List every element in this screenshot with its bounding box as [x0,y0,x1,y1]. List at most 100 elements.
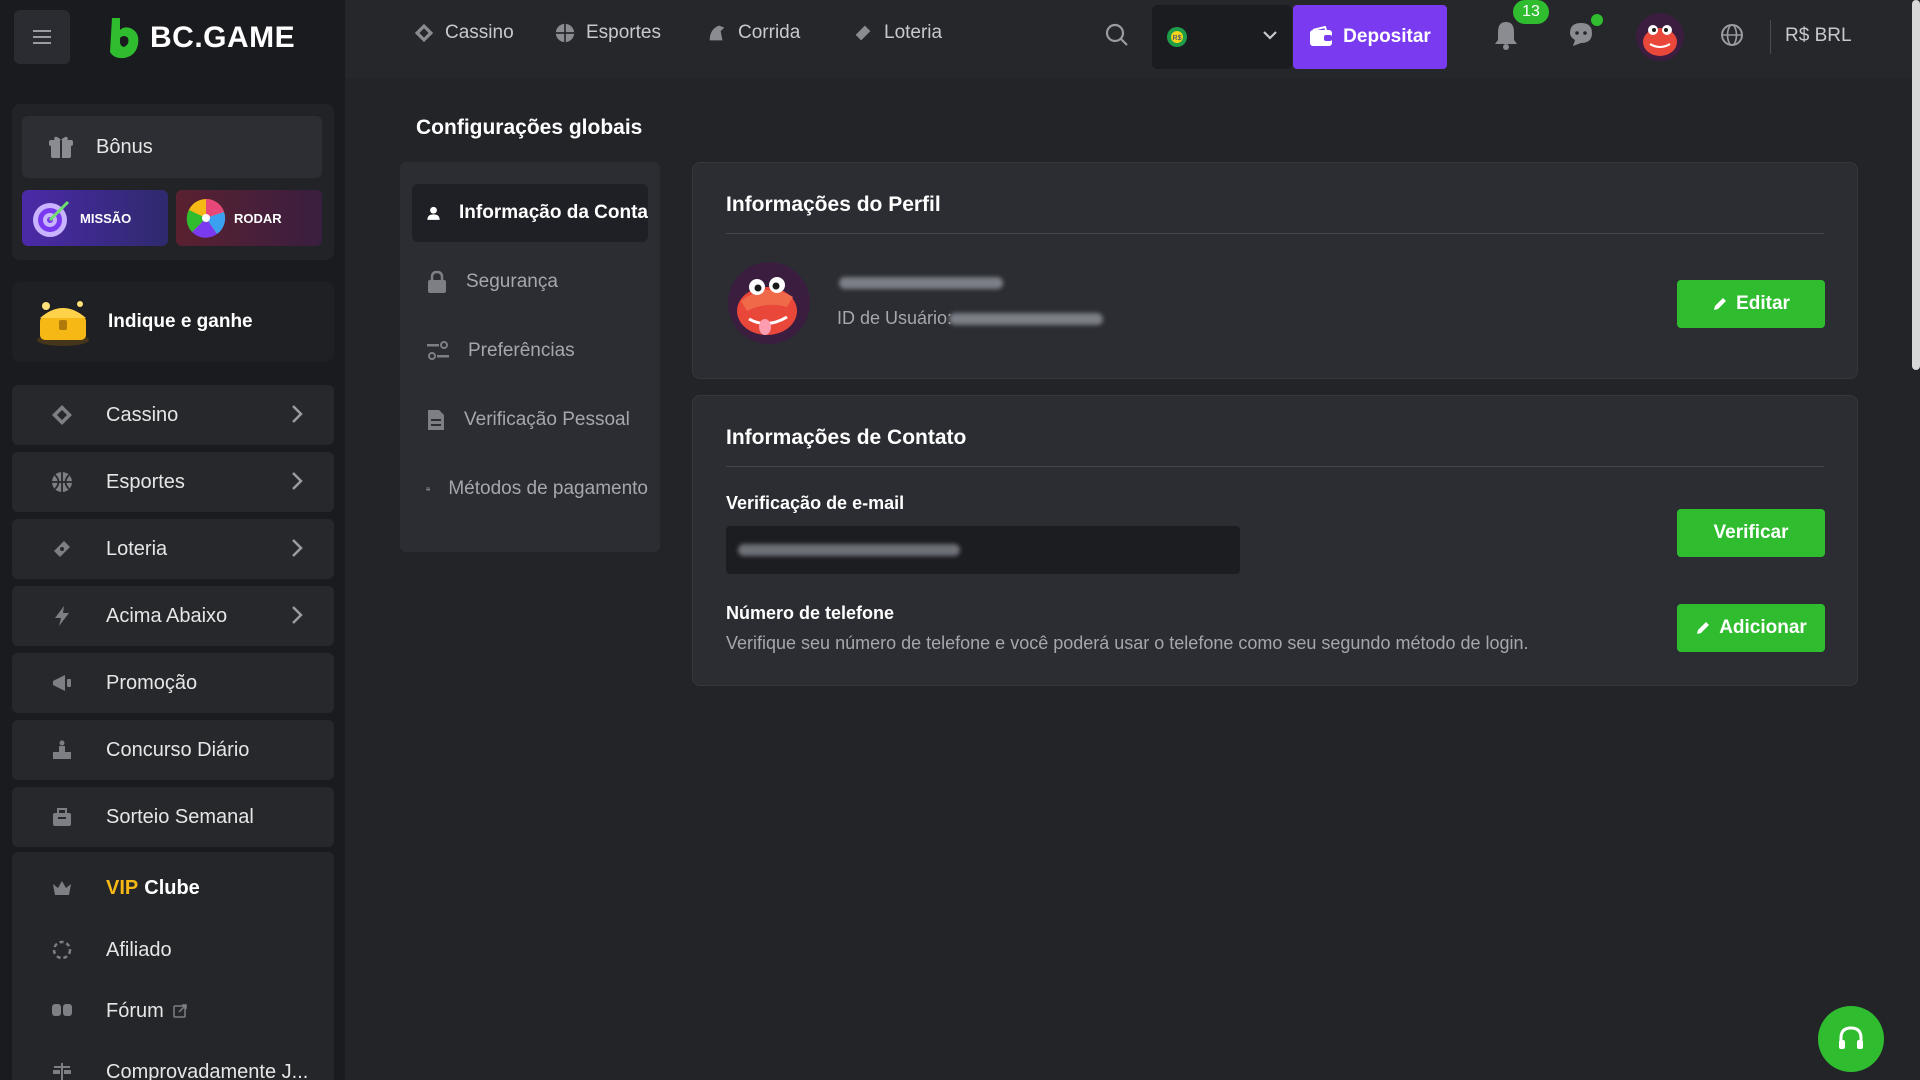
sidebar-item-label: Esportes [106,470,185,493]
profile-avatar [728,262,810,344]
sidebar-item-provably-fair[interactable]: Comprovadamente J... [12,1044,334,1080]
bonus-label: Bônus [96,135,153,158]
topnav-label: Corrida [738,22,801,43]
contact-card-title: Informações de Contato [726,426,967,449]
sidebar-item-label: Loteria [106,537,168,560]
sidebar-item-sports[interactable]: Esportes [12,452,334,512]
sidebar-item-vip-club[interactable]: VIP Clube [12,860,334,916]
gift-icon [49,136,73,158]
page-scrollbar[interactable] [1912,0,1920,370]
refer-label: Indique e ganhe [108,311,253,332]
currency-selector[interactable]: R$ [1152,5,1292,69]
refer-earn-button[interactable]: Indique e ganhe [12,282,334,362]
deposit-label: Depositar [1343,26,1431,47]
horse-racing-icon [709,25,725,41]
topnav-sports[interactable]: Esportes [554,22,661,44]
spin-card[interactable]: RODAR [176,190,322,246]
topbar-divider [1770,20,1771,54]
user-id-redacted [949,313,1103,325]
profile-info-card: Informações do Perfil ID de Usuário: Edi… [692,162,1858,379]
phone-label: Número de telefone [726,603,895,623]
user-id-label: ID de Usuário: [837,308,953,328]
headset-icon [1839,1026,1863,1049]
affiliate-label: Afiliado [106,938,172,961]
treasure-chest-icon [37,301,89,346]
mission-label: MISSÃO [80,210,132,226]
tab-account-info[interactable]: Informação da Conta [412,184,648,242]
sliders-icon [427,341,449,360]
email-verification-label: Verificação de e-mail [726,493,905,513]
chevron-right-icon [292,405,303,423]
edit-label: Editar [1736,293,1790,314]
wheel-icon [186,199,226,238]
menu-toggle-button[interactable] [14,10,70,64]
chevron-right-icon [292,539,303,557]
spin-label: RODAR [234,210,282,226]
verify-email-button[interactable]: Verificar [1677,509,1825,557]
contact-card-divider [726,466,1824,467]
pencil-icon [1697,622,1710,634]
add-label: Adicionar [1719,617,1807,638]
user-avatar[interactable] [1635,12,1685,62]
tab-security[interactable]: Segurança [412,253,648,311]
sidebar-item-label: Sorteio Semanal [106,805,254,828]
topnav-lottery[interactable]: Loteria [852,22,942,44]
crown-icon [48,874,76,902]
topnav-casino[interactable]: Cassino [413,22,514,44]
chevron-down-icon [1263,31,1277,40]
sidebar-item-weekly-raffle[interactable]: Sorteio Semanal [12,787,334,847]
bell-icon[interactable] [1493,20,1519,50]
bonus-button[interactable]: Bônus [22,116,322,178]
affiliate-icon [48,936,76,964]
sidebar-item-label: Acima Abaixo [106,604,228,627]
user-icon [427,206,440,220]
deposit-button[interactable]: Depositar [1293,5,1447,69]
contact-info-card: Informações de Contato Verificação de e-… [692,395,1858,686]
phone-description: Verifique seu número de telefone e você … [726,633,1529,653]
search-icon[interactable] [1104,22,1130,48]
document-icon [428,410,444,430]
brand-logo[interactable]: BC.GAME [106,14,295,62]
sidebar-item-lottery[interactable]: Loteria [12,519,334,579]
topnav-label: Loteria [884,22,943,43]
hamburger-icon [33,30,51,44]
currency-label[interactable]: R$ BRL [1785,25,1852,47]
edit-profile-button[interactable]: Editar [1677,280,1825,328]
sidebar-header: BC.GAME [0,0,345,80]
sidebar-item-updown[interactable]: Acima Abaixo [12,586,334,646]
sports-icon [555,23,575,43]
add-phone-button[interactable]: Adicionar [1677,604,1825,652]
mission-card[interactable]: MISSÃO [22,190,168,246]
vip-club-word: Clube [144,876,200,899]
sidebar-bottom-group: VIP Clube Afiliado Fórum Comprovadamente… [12,852,334,1080]
forum-icon [48,997,76,1025]
email-redacted [738,544,960,556]
sidebar-item-forum[interactable]: Fórum [12,983,334,1039]
tab-personal-verification[interactable]: Verificação Pessoal [412,391,648,449]
support-chat-button[interactable] [1818,1006,1884,1072]
promotion-icon [48,669,76,697]
brl-coin-icon: R$ [1167,27,1187,47]
sidebar-item-daily-contest[interactable]: Concurso Diário [12,720,334,780]
sidebar-item-promotion[interactable]: Promoção [12,653,334,713]
globe-icon[interactable] [1719,22,1745,48]
email-field[interactable] [726,526,1240,574]
sidebar-item-label: Cassino [106,403,179,426]
chat-online-dot [1591,14,1603,26]
sidebar-item-label: Promoção [106,671,198,694]
settings-nav-label: Segurança [466,271,558,292]
tab-payment-methods[interactable]: Métodos de pagamento [412,460,648,518]
sidebar-item-affiliate[interactable]: Afiliado [12,922,334,978]
lottery-icon [48,535,76,563]
scale-icon [48,1058,76,1080]
page-title: Configurações globais [416,116,643,139]
card-icon [426,487,431,491]
pencil-icon [1714,298,1727,310]
topnav-racing[interactable]: Corrida [706,22,800,44]
external-link-icon [173,1004,187,1018]
topnav-label: Esportes [586,22,661,43]
chat-icon[interactable] [1567,20,1595,48]
settings-nav-label: Verificação Pessoal [464,409,630,430]
tab-preferences[interactable]: Preferências [412,322,648,380]
sidebar-item-casino[interactable]: Cassino [12,385,334,445]
